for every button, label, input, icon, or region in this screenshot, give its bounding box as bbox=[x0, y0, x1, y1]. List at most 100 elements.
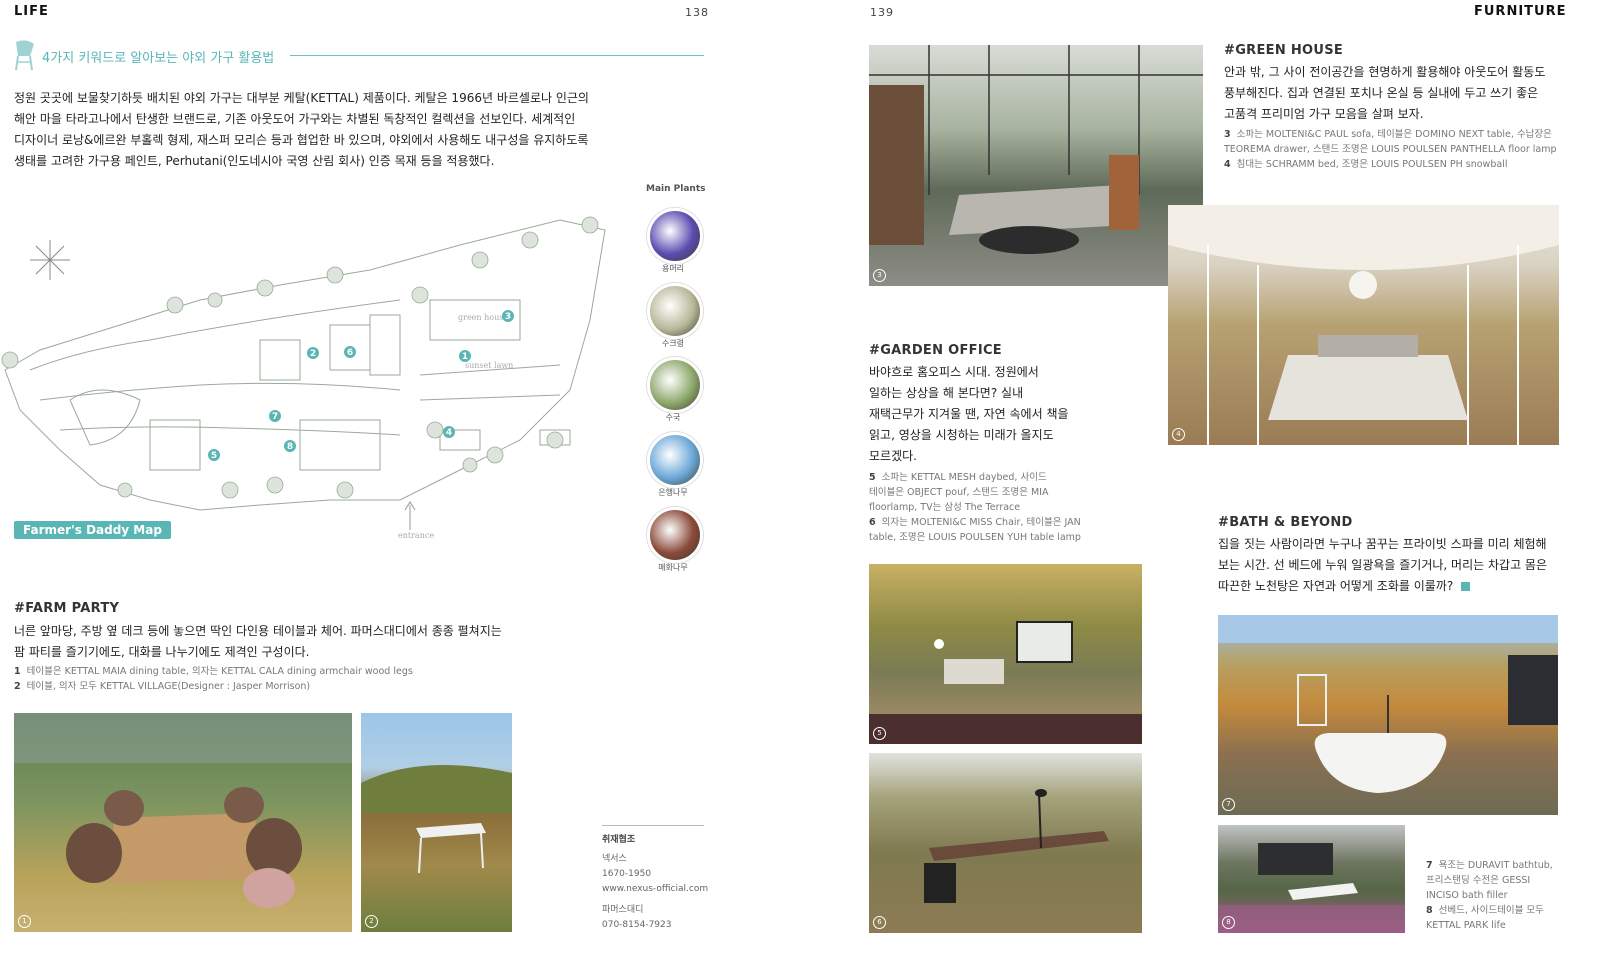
bath-beyond-tag: #BATH & BEYOND bbox=[1218, 515, 1353, 530]
caption-line: 테이블은 OBJECT pouf, 스탠드 조명은 MIA bbox=[869, 487, 1049, 498]
caption-line: 2 테이블, 의자 모두 KETTAL VILLAGE(Designer : J… bbox=[14, 681, 311, 692]
credits-rule bbox=[602, 825, 704, 826]
garden-office-tag: #GARDEN OFFICE bbox=[869, 343, 1002, 358]
bath-beyond-line: 따끈한 노천탕은 자연과 어떻게 조화를 이룰까? bbox=[1218, 576, 1568, 597]
farm-party-text: 너른 앞마당, 주방 옆 데크 등에 놓으면 딱인 다인용 테이블과 체어. 파… bbox=[14, 621, 574, 663]
caption-line: 5 소파는 KETTAL MESH daybed, 사이드 bbox=[869, 472, 1047, 483]
photo-number: 5 bbox=[873, 727, 886, 740]
plant-photo bbox=[647, 283, 703, 339]
plant-name: 매화나무 bbox=[658, 563, 688, 572]
intro-paragraph: 정원 곳곳에 보물찾기하듯 배치된 야외 가구는 대부분 케탈(KETTAL) … bbox=[14, 88, 654, 172]
plant-name: 수크령 bbox=[661, 339, 685, 348]
bath-beyond-line: 집을 짓는 사람이라면 누구나 꿈꾸는 프라이빗 스파를 미리 체험해 bbox=[1218, 537, 1547, 551]
caption-line: KETTAL PARK life bbox=[1426, 920, 1506, 931]
plant-name: 용머리 bbox=[661, 264, 685, 273]
garden-office-line: 일하는 상상을 해 본다면? 실내 bbox=[869, 386, 1024, 400]
photo-number: 7 bbox=[1222, 798, 1235, 811]
plant-photo bbox=[647, 507, 703, 563]
photo-sun-bed: 8 bbox=[1218, 825, 1405, 933]
caption-line: floorlamp, TV는 삼성 The Terrace bbox=[869, 502, 1021, 513]
credit-line: 070-8154-7923 bbox=[602, 920, 672, 930]
caption-line: 프리스탠딩 수전은 GESSI bbox=[1426, 875, 1531, 886]
bath-beyond-captions: 7 욕조는 DURAVIT bathtub, 프리스탠딩 수전은 GESSI I… bbox=[1426, 858, 1596, 933]
intro-line: 정원 곳곳에 보물찾기하듯 배치된 야외 가구는 대부분 케탈(KETTAL) … bbox=[14, 91, 589, 105]
page-number-right: 139 bbox=[870, 6, 894, 19]
farm-party-line: 너른 앞마당, 주방 옆 데크 등에 놓으면 딱인 다인용 테이블과 체어. 파… bbox=[14, 624, 502, 638]
caption-line: 1 테이블은 KETTAL MAIA dining table, 의자는 KET… bbox=[14, 666, 413, 677]
credit-line: 1670-1950 bbox=[602, 869, 652, 879]
caption-line: INCISO bath filler bbox=[1426, 890, 1508, 901]
intro-line: 생태를 고려한 가구용 페인트, Perhutani(인도네시아 국영 산림 회… bbox=[14, 154, 495, 168]
garden-office-text: 바야흐로 홈오피스 시대. 정원에서 일하는 상상을 해 본다면? 실내 재택근… bbox=[869, 362, 1109, 467]
map-marker: 7 bbox=[272, 412, 278, 422]
garden-office-line: 모르겠다. bbox=[869, 449, 917, 463]
photo-greenhouse-bedroom: 4 bbox=[1168, 205, 1559, 445]
page-number-left: 138 bbox=[685, 6, 709, 19]
map-marker: 3 bbox=[505, 312, 511, 322]
caption-line: 7 욕조는 DURAVIT bathtub, bbox=[1426, 860, 1553, 871]
photo-garden-daybed: 5 bbox=[869, 564, 1142, 744]
garden-office-line: 재택근무가 지겨울 땐, 자연 속에서 책을 bbox=[869, 407, 1069, 421]
map-marker: 1 bbox=[462, 352, 468, 362]
map-marker: 6 bbox=[347, 348, 353, 358]
credit-line: www.nexus-official.com bbox=[602, 884, 709, 894]
green-house-line: 풍부해진다. 집과 연결된 포치나 온실 등 실내에 두고 쓰기 좋은 bbox=[1224, 86, 1539, 100]
credit-line: 넥서스 bbox=[602, 854, 627, 864]
map-marker: 8 bbox=[287, 442, 293, 452]
photo-dining-set: 1 bbox=[14, 713, 352, 932]
farm-party-captions: 1 테이블은 KETTAL MAIA dining table, 의자는 KET… bbox=[14, 664, 574, 694]
caption-line: 8 선베드, 사이드테이블 모두 bbox=[1426, 905, 1544, 916]
photo-number: 6 bbox=[873, 916, 886, 929]
photo-garden-desk: 6 bbox=[869, 753, 1142, 933]
end-mark-icon bbox=[1461, 582, 1471, 591]
caption-line: 3 소파는 MOLTENI&C PAUL sofa, 테이블은 DOMINO N… bbox=[1224, 129, 1552, 140]
photo-greenhouse-lounge: 3 bbox=[869, 45, 1203, 286]
plant-name: 은행나무 bbox=[658, 488, 688, 497]
section-label-life: LIFE bbox=[14, 4, 49, 19]
garden-office-line: 읽고, 영상을 시청하는 미래가 올지도 bbox=[869, 428, 1054, 442]
section-label-furniture: FURNITURE bbox=[1474, 4, 1567, 19]
photo-number: 3 bbox=[873, 269, 886, 282]
caption-line: 6 의자는 MOLTENI&C MISS Chair, 테이블은 JAN bbox=[869, 517, 1081, 528]
credit-line: 파머스대디 bbox=[602, 905, 644, 915]
photo-number: 2 bbox=[365, 915, 378, 928]
chair-icon bbox=[15, 40, 34, 71]
photo-outdoor-bathtub: 7 bbox=[1218, 615, 1558, 815]
green-house-text: 안과 밖, 그 사이 전이공간을 현명하게 활용해야 아웃도어 활동도 풍부해진… bbox=[1224, 62, 1564, 125]
green-house-line: 고품격 프리미엄 가구 모음을 살펴 보자. bbox=[1224, 107, 1424, 121]
garden-office-line: 바야흐로 홈오피스 시대. 정원에서 bbox=[869, 365, 1039, 379]
farm-map: entrance green house sunset lawn 1 2 3 4… bbox=[1, 216, 606, 540]
map-marker: 5 bbox=[211, 451, 217, 461]
credits: 취재협조 넥서스 1670-1950 www.nexus-official.co… bbox=[602, 833, 708, 933]
farm-party-line: 팜 파티를 즐기기에도, 대화를 나누기에도 제격인 구성이다. bbox=[14, 645, 310, 659]
green-house-captions: 3 소파는 MOLTENI&C PAUL sofa, 테이블은 DOMINO N… bbox=[1224, 127, 1564, 172]
plant-photo bbox=[647, 357, 703, 413]
bath-beyond-text: 집을 짓는 사람이라면 누구나 꿈꾸는 프라이빗 스파를 미리 체험해 보는 시… bbox=[1218, 534, 1568, 597]
farm-party-tag: #FARM PARTY bbox=[14, 601, 120, 616]
credits-title: 취재협조 bbox=[602, 835, 636, 845]
intro-line: 해안 마을 타라고나에서 탄생한 브랜드로, 기존 아웃도어 가구와는 차별된 … bbox=[14, 112, 576, 126]
garden-office-captions: 5 소파는 KETTAL MESH daybed, 사이드 테이블은 OBJEC… bbox=[869, 470, 1129, 545]
plant-photo bbox=[647, 208, 703, 264]
map-place-text: sunset lawn bbox=[465, 361, 513, 370]
green-house-line: 안과 밖, 그 사이 전이공간을 현명하게 활용해야 아웃도어 활동도 bbox=[1224, 65, 1546, 79]
plant-photo bbox=[647, 432, 703, 488]
bath-beyond-line: 보는 시간. 선 베드에 누워 일광욕을 즐기거나, 머리는 차갑고 몸은 bbox=[1218, 558, 1548, 572]
caption-line: table, 조명은 LOUIS POULSEN YUH table lamp bbox=[869, 532, 1081, 543]
map-marker: 4 bbox=[446, 428, 452, 438]
heading-rule bbox=[290, 55, 704, 56]
intro-line: 디자이너 로낭&에르완 부홀렉 형제, 재스퍼 모리슨 등과 협업한 바 있으며… bbox=[14, 133, 589, 147]
photo-village-table: 2 bbox=[361, 713, 512, 932]
plant-name: 수국 bbox=[665, 413, 681, 422]
photo-number: 8 bbox=[1222, 916, 1235, 929]
map-entrance-text: entrance bbox=[398, 531, 434, 540]
photo-number: 4 bbox=[1172, 428, 1185, 441]
photo-number: 1 bbox=[18, 915, 31, 928]
caption-line: TEOREMA drawer, 스탠드 조명은 LOUIS POULSEN PA… bbox=[1224, 144, 1557, 155]
article-heading: 4가지 키워드로 알아보는 야외 가구 활용법 bbox=[42, 51, 275, 66]
caption-line: 4 침대는 SCHRAMM bed, 조명은 LOUIS POULSEN PH … bbox=[1224, 159, 1508, 170]
map-marker: 2 bbox=[310, 349, 316, 359]
map-place-text: green house bbox=[458, 313, 508, 322]
map-label: Farmer's Daddy Map bbox=[14, 521, 171, 539]
plants-title: Main Plants bbox=[646, 184, 706, 194]
